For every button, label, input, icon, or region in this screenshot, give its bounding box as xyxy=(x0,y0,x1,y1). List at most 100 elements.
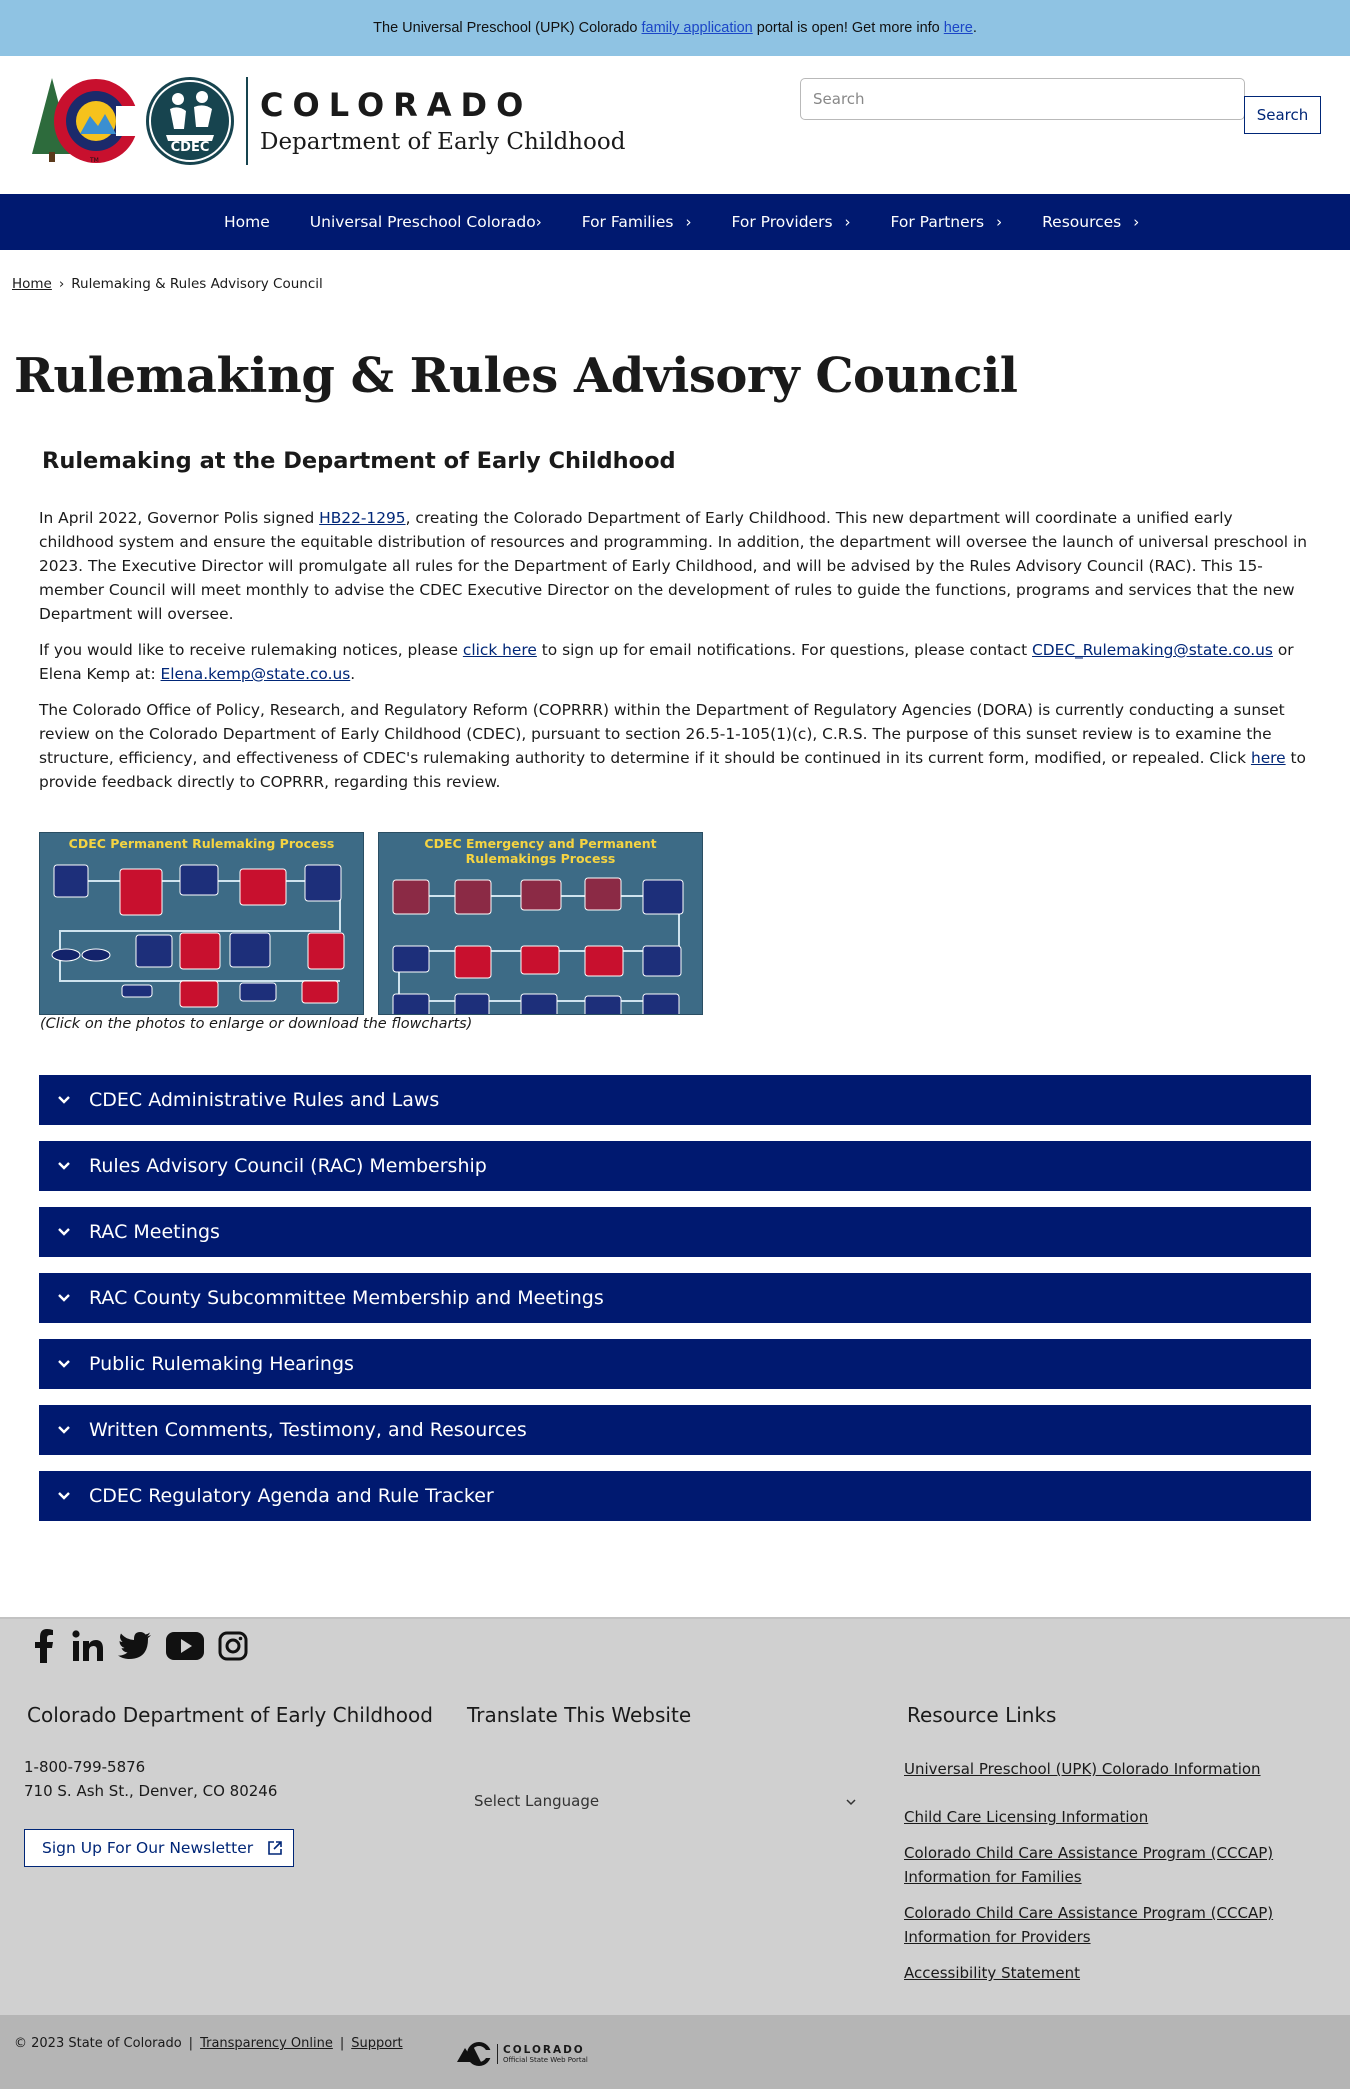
accessibility-link[interactable]: Accessibility Statement xyxy=(904,1964,1080,1982)
emergency-rulemaking-flowchart[interactable]: CDEC Emergency and Permanent Rulemakings… xyxy=(378,832,703,1015)
resource-link-item: Colorado Child Care Assistance Program (… xyxy=(904,1901,1304,1949)
flowchart-diagram-icon xyxy=(392,877,684,1014)
resource-link-item: Child Care Licensing Information xyxy=(904,1805,1304,1829)
elena-email-link[interactable]: Elena.kemp@state.co.us xyxy=(161,665,351,683)
rulemaking-email-link[interactable]: CDEC_Rulemaking@state.co.us xyxy=(1032,641,1273,659)
accordion-label: Rules Advisory Council (RAC) Membership xyxy=(89,1155,487,1177)
accordion-public-hearings[interactable]: Public Rulemaking Hearings xyxy=(39,1339,1311,1389)
text: . xyxy=(350,665,356,683)
youtube-icon[interactable] xyxy=(166,1632,204,1660)
cdec-seal-icon: CDEC xyxy=(146,77,234,165)
facebook-icon[interactable] xyxy=(30,1629,58,1663)
accordion-label: Public Rulemaking Hearings xyxy=(89,1353,354,1375)
text: If you would like to receive rulemaking … xyxy=(39,641,463,659)
nav-label: Universal Preschool Colorado xyxy=(309,213,536,231)
nav-label: Resources xyxy=(1042,213,1122,231)
feedback-here-link[interactable]: here xyxy=(1251,749,1286,767)
alert-text-pre: The Universal Preschool (UPK) Colorado xyxy=(373,20,638,36)
copyright-text: © 2023 State of Colorado xyxy=(14,2036,182,2051)
accordion-written-comments[interactable]: Written Comments, Testimony, and Resourc… xyxy=(39,1405,1311,1455)
footer-phone: 1-800-799-5876 xyxy=(24,1758,146,1776)
nav-item-resources[interactable]: Resources › xyxy=(1042,213,1139,231)
nav-label: Home xyxy=(224,213,270,231)
nav-label: For Families xyxy=(581,213,674,231)
alert-text-post: . xyxy=(972,20,977,36)
text: to sign up for email notifications. For … xyxy=(536,641,1032,659)
upk-info-link[interactable]: Universal Preschool (UPK) Colorado Infor… xyxy=(904,1760,1261,1778)
chevron-right-icon: › xyxy=(685,213,692,231)
chevron-right-icon: › xyxy=(1133,213,1140,231)
accordion-label: CDEC Regulatory Agenda and Rule Tracker xyxy=(89,1485,494,1507)
footer-translate-title: Translate This Website xyxy=(467,1703,692,1727)
chevron-down-icon xyxy=(57,1423,71,1437)
chevron-down-icon xyxy=(57,1093,71,1107)
state-portal-logo[interactable]: COLORADO Official State Web Portal xyxy=(455,2040,588,2068)
nav-item-for-families[interactable]: For Families › xyxy=(582,213,692,231)
site-logo[interactable]: TM CDEC COLORADO Department of Early Chi… xyxy=(30,76,625,166)
transparency-link[interactable]: Transparency Online xyxy=(200,2036,333,2051)
linkedin-icon[interactable] xyxy=(72,1630,104,1662)
cccap-families-link[interactable]: Colorado Child Care Assistance Program (… xyxy=(904,1844,1273,1886)
breadcrumb: Home › Rulemaking & Rules Advisory Counc… xyxy=(12,276,323,292)
nav-item-for-partners[interactable]: For Partners › xyxy=(891,213,1003,231)
cccap-providers-link[interactable]: Colorado Child Care Assistance Program (… xyxy=(904,1904,1273,1946)
support-link[interactable]: Support xyxy=(351,2036,402,2051)
breadcrumb-current: Rulemaking & Rules Advisory Council xyxy=(71,276,323,292)
text: In April 2022, Governor Polis signed xyxy=(39,509,320,527)
portal-subtitle: Official State Web Portal xyxy=(503,2056,588,2064)
flowchart-diagram-icon xyxy=(51,864,345,1008)
nav-label: For Partners xyxy=(890,213,985,231)
accordion-regulatory-agenda[interactable]: CDEC Regulatory Agenda and Rule Tracker xyxy=(39,1471,1311,1521)
alert-banner: The Universal Preschool (UPK) Colorado f… xyxy=(0,0,1350,56)
footer-resources-title: Resource Links xyxy=(907,1703,1057,1727)
flowchart-title: CDEC Permanent Rulemaking Process xyxy=(68,836,335,851)
chevron-down-icon xyxy=(57,1225,71,1239)
footer-contact-title: Colorado Department of Early Childhood xyxy=(27,1703,433,1727)
accordion-label: RAC Meetings xyxy=(89,1221,220,1243)
accordion-label: RAC County Subcommittee Membership and M… xyxy=(89,1287,604,1309)
flowchart-caption: (Click on the photos to enlarge or downl… xyxy=(40,1016,473,1032)
separator: | xyxy=(188,2036,194,2051)
family-application-link[interactable]: family application xyxy=(642,20,753,36)
search-button[interactable]: Search xyxy=(1244,96,1321,134)
breadcrumb-separator: › xyxy=(58,276,65,292)
site-footer: Colorado Department of Early Childhood 1… xyxy=(0,1617,1350,2015)
chevron-down-icon xyxy=(57,1489,71,1503)
svg-text:TM: TM xyxy=(89,157,99,164)
nav-item-for-providers[interactable]: For Providers › xyxy=(731,213,850,231)
chevron-down-icon xyxy=(846,1792,856,1810)
language-select[interactable]: Select Language xyxy=(460,1784,870,1818)
twitter-icon[interactable] xyxy=(118,1631,152,1661)
nav-label: For Providers xyxy=(731,213,833,231)
colorado-c-icon xyxy=(457,2042,491,2066)
accordion-rac-meetings[interactable]: RAC Meetings xyxy=(39,1207,1311,1257)
resource-link-item: Colorado Child Care Assistance Program (… xyxy=(904,1841,1304,1889)
permanent-rulemaking-flowchart[interactable]: CDEC Permanent Rulemaking Process xyxy=(39,832,364,1015)
alert-here-link[interactable]: here xyxy=(944,20,973,36)
main-nav: Home Universal Preschool Colorado › For F… xyxy=(0,194,1350,250)
accordion-county-subcommittee[interactable]: RAC County Subcommittee Membership and M… xyxy=(39,1273,1311,1323)
legal-links: © 2023 State of Colorado | Transparency … xyxy=(14,2036,403,2051)
wordmark: COLORADO Department of Early Childhood xyxy=(260,87,625,155)
hb22-1295-link[interactable]: HB22-1295 xyxy=(319,509,405,527)
breadcrumb-home-link[interactable]: Home xyxy=(12,276,52,292)
chevron-down-icon xyxy=(57,1159,71,1173)
resource-link-item: Accessibility Statement xyxy=(904,1961,1304,1985)
flowchart-title: CDEC Emergency and Permanent Rulemakings… xyxy=(424,836,657,866)
accordion-admin-rules[interactable]: CDEC Administrative Rules and Laws xyxy=(39,1075,1311,1125)
instagram-icon[interactable] xyxy=(218,1631,248,1661)
search-form: Search xyxy=(800,78,1321,134)
licensing-info-link[interactable]: Child Care Licensing Information xyxy=(904,1808,1148,1826)
text: The Colorado Office of Policy, Research,… xyxy=(39,701,1285,767)
nav-item-home[interactable]: Home xyxy=(224,213,270,231)
colorado-logo-icon: TM xyxy=(32,78,138,164)
accordion-rac-membership[interactable]: Rules Advisory Council (RAC) Membership xyxy=(39,1141,1311,1191)
nav-item-universal-preschool[interactable]: Universal Preschool Colorado › xyxy=(310,213,542,231)
click-here-link[interactable]: click here xyxy=(463,641,537,659)
newsletter-signup-button[interactable]: Sign Up For Our Newsletter xyxy=(24,1829,294,1867)
search-input[interactable] xyxy=(800,78,1245,120)
intro-paragraph: In April 2022, Governor Polis signed HB2… xyxy=(39,506,1311,626)
chevron-right-icon: › xyxy=(535,213,542,231)
sunset-review-paragraph: The Colorado Office of Policy, Research,… xyxy=(39,698,1311,794)
section-subtitle: Rulemaking at the Department of Early Ch… xyxy=(42,448,676,474)
